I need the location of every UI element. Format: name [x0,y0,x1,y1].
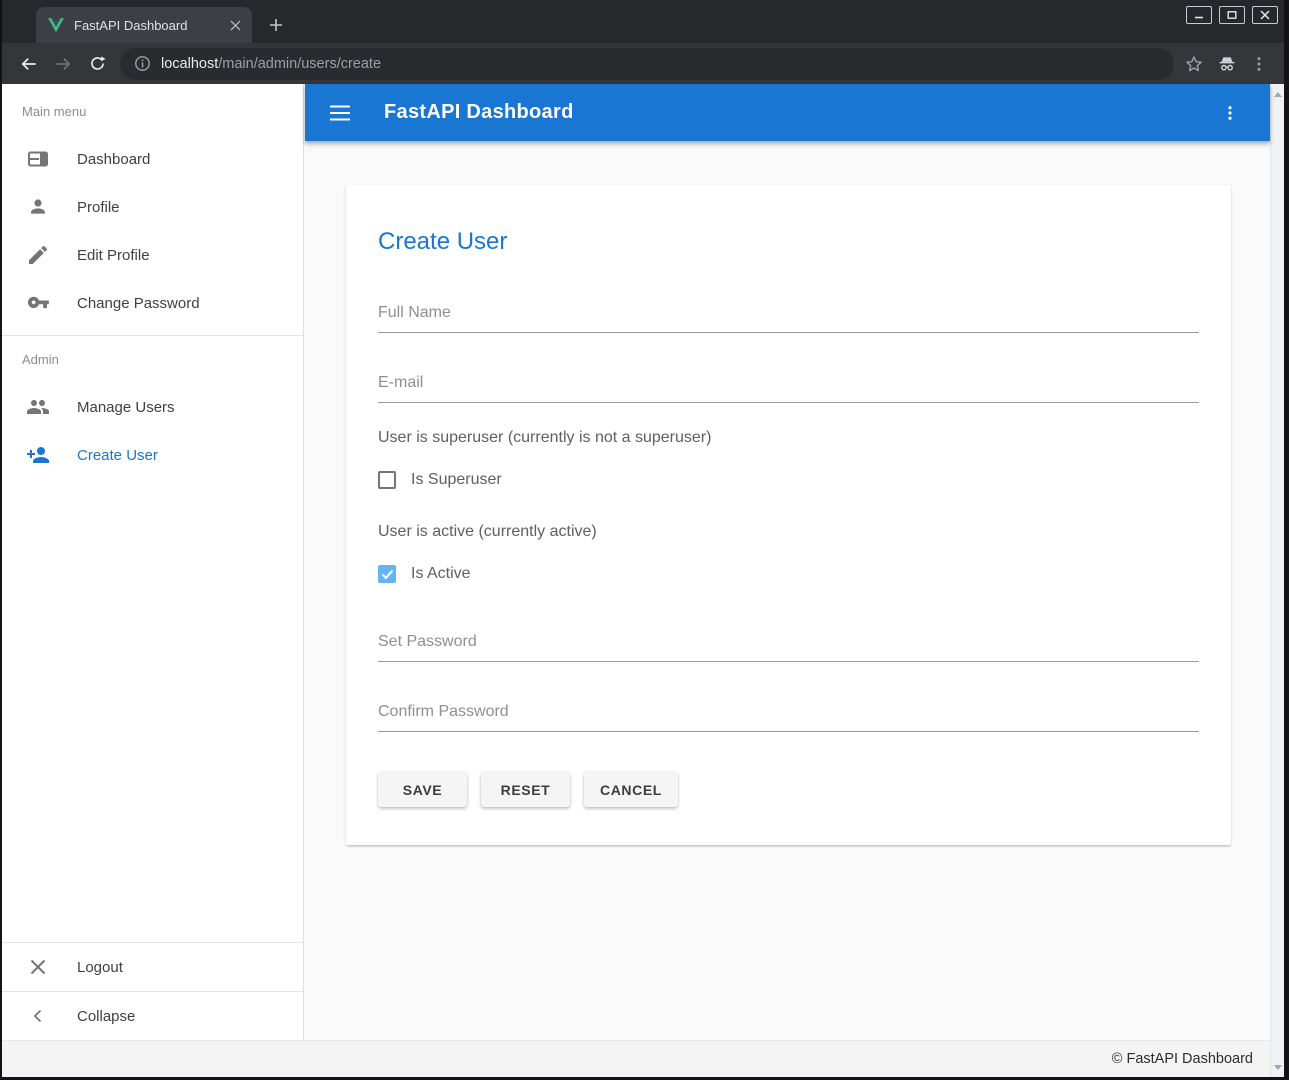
superuser-hint: User is superuser (currently is not a su… [378,427,1199,449]
main-area: FastAPI Dashboard Create User User is su… [305,84,1270,1040]
bookmark-star-icon[interactable] [1184,54,1204,74]
sidebar-main-menu-header: Main menu [2,84,303,135]
key-icon [26,291,50,315]
email-field[interactable] [378,366,1199,403]
page-viewport: Main menu Dashboard [2,84,1284,1077]
set-password-field[interactable] [378,625,1199,662]
window-controls [1186,6,1278,24]
browser-window: FastAPI Dashboard [0,0,1289,1080]
vue-logo-icon [48,18,64,33]
sidebar-item-label: Change Password [77,295,200,312]
new-tab-button[interactable] [264,13,288,37]
tab-close-icon[interactable] [226,16,244,34]
sidebar-item-logout[interactable]: Logout [2,943,303,991]
sidebar-item-label: Manage Users [77,399,175,416]
browser-tab[interactable]: FastAPI Dashboard [36,7,252,43]
scroll-up-icon[interactable] [1271,87,1284,101]
dashboard-icon [26,147,50,171]
appbar-kebab-icon[interactable] [1215,98,1245,128]
sidebar-item-collapse[interactable]: Collapse [2,992,303,1040]
app-bar: FastAPI Dashboard [305,84,1270,141]
sidebar-admin-header: Admin [2,336,303,383]
url-host: localhost [161,56,218,72]
browser-menu-kebab-icon[interactable] [1250,55,1268,73]
checkbox-unchecked-icon[interactable] [378,471,396,489]
incognito-icon [1216,54,1238,74]
sidebar-bottom: Logout Collapse [2,942,303,1040]
chevron-left-icon [26,1004,50,1028]
cancel-button[interactable]: CANCEL [584,772,678,807]
address-bar[interactable]: localhost/main/admin/users/create [120,48,1174,80]
sidebar-item-label: Create User [77,447,158,464]
minimize-button[interactable] [1186,6,1212,24]
hamburger-menu-icon[interactable] [330,105,350,121]
save-button[interactable]: SAVE [378,772,467,807]
page-title: Create User [378,227,1199,256]
copyright-text: © FastAPI Dashboard [1112,1051,1253,1067]
toolbar-actions [1184,54,1274,74]
create-user-card: Create User User is superuser (currently… [346,185,1231,845]
sidebar: Main menu Dashboard [2,84,304,1040]
checkbox-checked-icon[interactable] [378,565,396,583]
sidebar-item-label: Edit Profile [77,247,150,264]
forward-icon[interactable] [48,49,78,79]
people-icon [26,395,50,419]
sidebar-item-change-password[interactable]: Change Password [2,279,303,327]
sidebar-item-dashboard[interactable]: Dashboard [2,135,303,183]
sidebar-item-edit-profile[interactable]: Edit Profile [2,231,303,279]
back-icon[interactable] [14,49,44,79]
scroll-down-icon[interactable] [1271,1060,1284,1074]
tab-title: FastAPI Dashboard [74,18,226,33]
confirm-password-field[interactable] [378,695,1199,732]
checkbox-label: Is Active [411,565,471,583]
person-add-icon [26,443,50,467]
content-area: Create User User is superuser (currently… [305,141,1270,1040]
reset-button[interactable]: RESET [481,772,570,807]
full-name-field[interactable] [378,296,1199,333]
close-icon [26,955,50,979]
pencil-icon [26,243,50,267]
sidebar-item-label: Collapse [77,1008,135,1025]
sidebar-item-create-user[interactable]: Create User [2,431,303,479]
sidebar-item-profile[interactable]: Profile [2,183,303,231]
is-active-checkbox[interactable]: Is Active [378,563,1199,585]
scrollbar[interactable] [1270,84,1284,1077]
active-hint: User is active (currently active) [378,521,1199,543]
site-info-icon[interactable] [134,55,151,72]
appbar-title: FastAPI Dashboard [384,101,574,124]
browser-toolbar: localhost/main/admin/users/create [2,43,1284,84]
sidebar-item-manage-users[interactable]: Manage Users [2,383,303,431]
form-actions: SAVE RESET CANCEL [378,772,1199,807]
page-footer: © FastAPI Dashboard [2,1040,1270,1077]
reload-icon[interactable] [82,49,112,79]
is-superuser-checkbox[interactable]: Is Superuser [378,469,1199,491]
person-icon [26,195,50,219]
window-close-button[interactable] [1252,6,1278,24]
url-path: /main/admin/users/create [218,56,381,72]
maximize-button[interactable] [1219,6,1245,24]
tab-strip: FastAPI Dashboard [2,0,1284,43]
sidebar-item-label: Dashboard [77,151,150,168]
page-content: Main menu Dashboard [2,84,1270,1077]
checkbox-label: Is Superuser [411,471,502,489]
sidebar-item-label: Profile [77,199,120,216]
sidebar-item-label: Logout [77,959,123,976]
